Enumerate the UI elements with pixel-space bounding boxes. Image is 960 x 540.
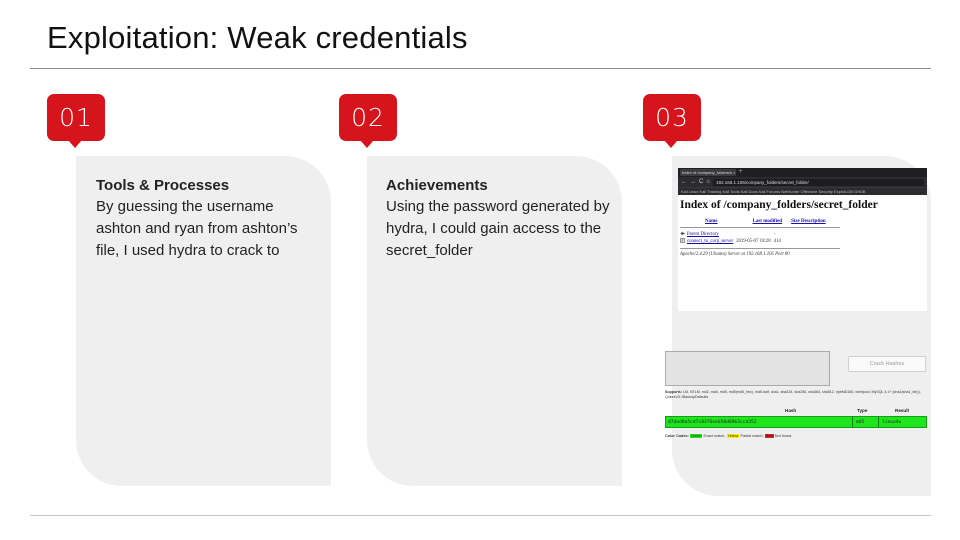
step-badge-2: 02 <box>339 94 397 148</box>
column-last-modified[interactable]: Last modified <box>753 219 783 224</box>
directory-listing: Index of /company_folders/secret_folder … <box>678 195 927 257</box>
step-text-1: Tools & Processes By guessing the userna… <box>96 176 321 262</box>
legend-text: Not found. <box>774 434 793 438</box>
tab-title: Index of /company_folders/s <box>682 170 733 175</box>
column-name[interactable]: Name <box>705 219 718 224</box>
result-hash: d7dad0a5cd7c8376eeb50d69b3ccd352 <box>668 420 757 425</box>
browser-tab[interactable]: Index of /company_folders/s × <box>680 169 736 176</box>
header-type: Type <box>857 408 868 413</box>
step-body: Using the password generated by hydra, I… <box>386 198 610 259</box>
supports-label: Supports: <box>665 390 682 394</box>
new-tab-icon[interactable]: + <box>739 169 743 176</box>
back-icon[interactable]: ← <box>681 177 687 187</box>
bookmarks-bar[interactable]: Kali Linux Kali Training Kali Tools Kali… <box>678 187 927 195</box>
legend-text: Exact match, <box>703 434 726 438</box>
header-result: Result <box>895 408 910 413</box>
step-heading: Tools & Processes <box>96 177 230 194</box>
row-size: - <box>773 232 776 237</box>
step-badge-3: 03 <box>643 94 701 148</box>
parent-directory-link[interactable]: Parent Directory <box>687 231 719 238</box>
page-heading: Index of /company_folders/secret_folder <box>680 199 878 211</box>
browser-tab-bar: Index of /company_folders/s × + <box>678 168 927 177</box>
supported-hashes: Supports: LM, NTLM, md2, md4, md5, md5(m… <box>665 390 927 400</box>
result-value: linux4u <box>882 420 902 425</box>
server-signature: Apache/2.4.29 (Ubuntu) Server at 192.168… <box>680 252 790 257</box>
column-separator <box>878 417 879 427</box>
column-size-description[interactable]: Size Description <box>791 219 826 224</box>
row-modified: 2019-05-07 18:28 <box>736 239 771 244</box>
step-body: By guessing the username ashton and ryan… <box>96 198 298 259</box>
listing-columns: Name Last modified Size Description <box>680 219 925 224</box>
listing-row: Parent Directory - <box>680 231 925 238</box>
row-size: 414 <box>773 239 781 244</box>
forward-icon[interactable]: → <box>690 177 696 187</box>
home-icon[interactable]: ⌂ <box>706 177 710 187</box>
browser-window: Index of /company_folders/s × + ← → C ⌂ … <box>678 168 927 311</box>
back-folder-icon <box>680 231 685 236</box>
slide-title: Exploitation: Weak credentials <box>47 20 468 55</box>
supports-text: LM, NTLM, md2, md4, md5, md5(md5_hex), m… <box>665 390 921 399</box>
result-type: md5 <box>856 420 865 425</box>
listing-divider <box>680 248 840 249</box>
file-icon <box>680 238 685 243</box>
step-heading: Achievements <box>386 177 488 194</box>
listing-row: connect_to_corp_server 2019-05-07 18:28 … <box>680 238 925 245</box>
listing-divider <box>680 227 840 228</box>
color-codes-label: Color Codes: <box>665 434 689 438</box>
swatch-red: Red <box>764 434 774 438</box>
footer-divider <box>30 515 931 516</box>
column-separator <box>852 417 853 427</box>
url-bar[interactable]: 192.168.1.105/company_folders/secret_fol… <box>712 178 924 186</box>
swatch-yellow: Yellow <box>726 434 740 438</box>
header-hash: Hash <box>785 408 797 413</box>
evidence-screenshot: Index of /company_folders/s × + ← → C ⌂ … <box>665 168 927 461</box>
swatch-green: Green <box>689 434 703 438</box>
legend-text: Partial match, <box>740 434 764 438</box>
step-text-2: Achievements Using the password generate… <box>386 176 611 262</box>
crack-hashes-button[interactable]: Crack Hashes <box>848 356 926 372</box>
hash-input-area[interactable] <box>665 351 830 386</box>
close-icon[interactable]: × <box>733 170 735 175</box>
file-link[interactable]: connect_to_corp_server <box>687 238 733 245</box>
browser-nav-bar: ← → C ⌂ 192.168.1.105/company_folders/se… <box>678 177 927 187</box>
title-divider <box>30 68 931 69</box>
reload-icon[interactable]: C <box>699 177 703 187</box>
step-badge-1: 01 <box>47 94 105 148</box>
result-row: d7dad0a5cd7c8376eeb50d69b3ccd352 md5 lin… <box>665 416 927 428</box>
color-codes-legend: Color Codes: Green Exact match, Yellow P… <box>665 434 792 438</box>
